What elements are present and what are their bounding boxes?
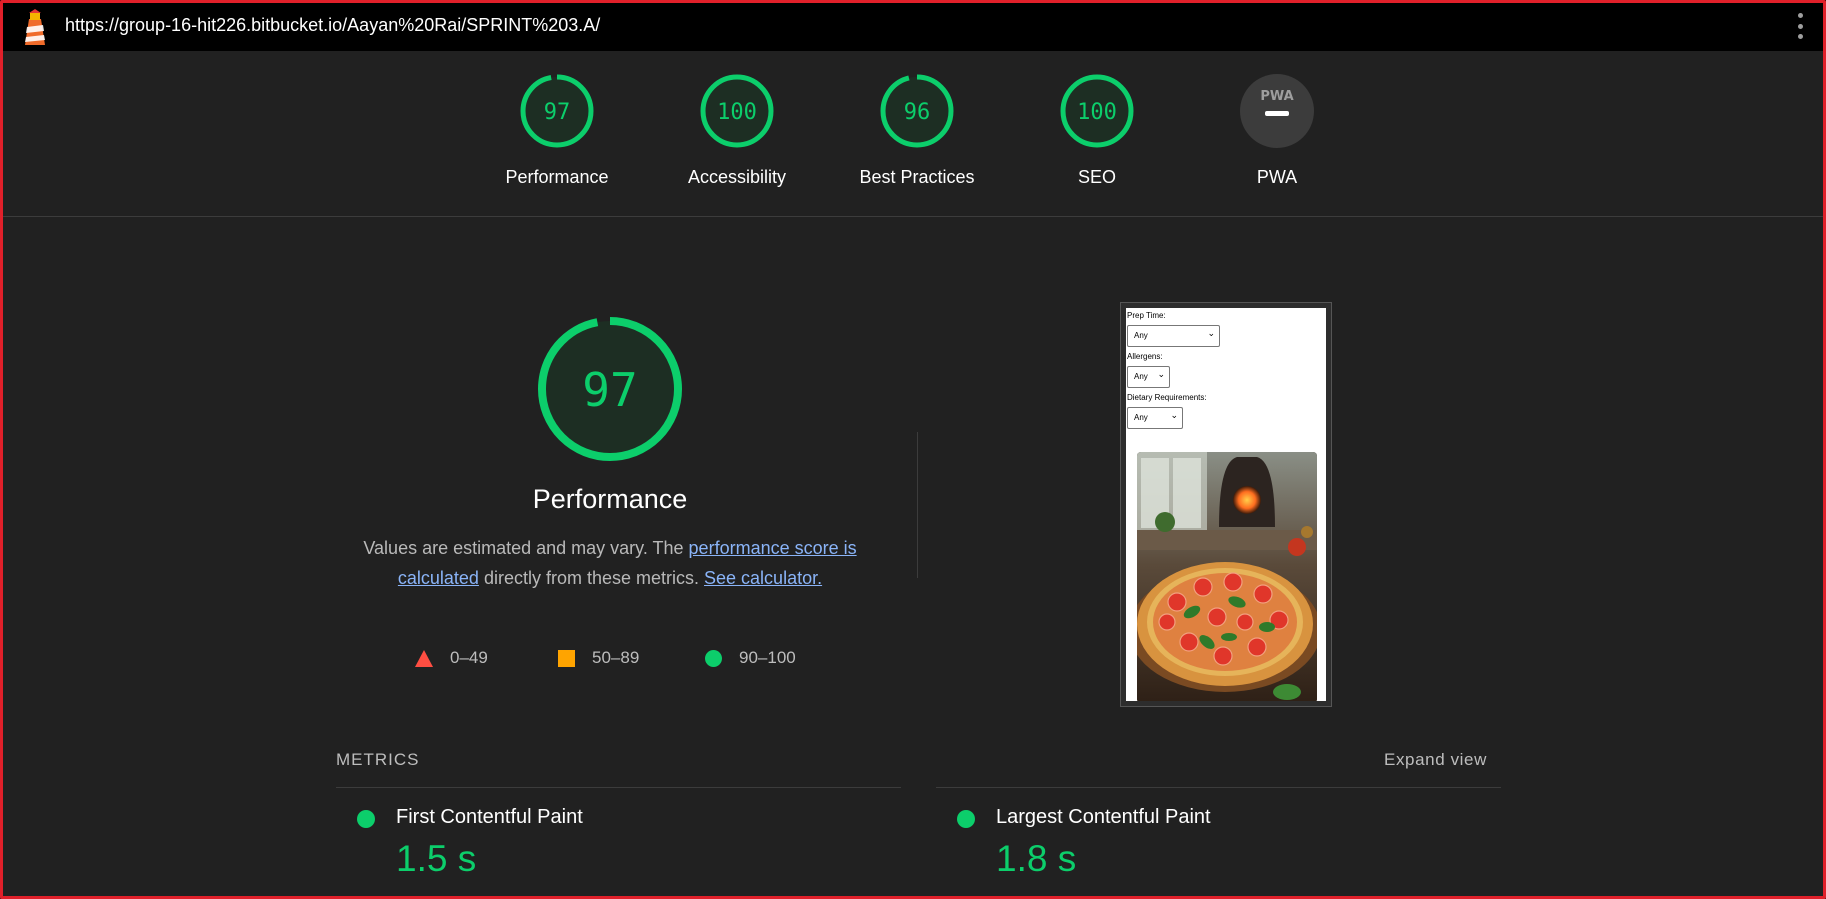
preview-select: Any	[1127, 323, 1220, 347]
gauge-best-practices[interactable]: 96 Best Practices	[827, 73, 1007, 188]
legend-range: 90–100	[739, 648, 796, 667]
pass-circle-icon	[957, 810, 975, 828]
page-screenshot-preview[interactable]: Prep Time: Any Allergens: Any Dietary Re…	[1121, 303, 1331, 706]
gauge-label: Accessibility	[687, 167, 787, 187]
gauge-label: PWA	[1256, 167, 1298, 187]
gauge-score: 97	[544, 100, 571, 125]
pizza-image	[1137, 452, 1317, 701]
metric-value: 1.5 s	[396, 838, 477, 879]
score-legend: 0–49 50–89 90–100	[415, 648, 835, 672]
triangle-icon	[415, 649, 433, 667]
legend-range: 50–89	[592, 648, 640, 667]
legend-range: 0–49	[450, 648, 488, 667]
metric-name: Largest Contentful Paint	[996, 806, 1211, 828]
gauge-performance[interactable]: 97 Performance	[467, 73, 647, 188]
legend-fail: 0–49	[415, 648, 488, 668]
gauge-accessibility[interactable]: 100 Accessibility	[647, 73, 827, 188]
pwa-badge-text: PWA	[1260, 89, 1293, 104]
pass-circle-icon	[357, 810, 375, 828]
metrics-divider	[336, 787, 901, 788]
pwa-icon: PWA	[1240, 74, 1314, 148]
gauge-label: Performance	[505, 167, 609, 187]
gauge-score: 96	[904, 100, 931, 125]
performance-summary: 97 Performance Values are estimated and …	[335, 317, 885, 593]
desc-text: directly from these metrics.	[478, 568, 705, 588]
accessibility-gauge-ring: 100	[700, 74, 774, 148]
gauge-score: 100	[1077, 100, 1117, 125]
expand-view-toggle[interactable]: Expand view	[1384, 750, 1487, 770]
kebab-menu-icon[interactable]	[1796, 13, 1804, 39]
metric-name: First Contentful Paint	[396, 806, 583, 828]
seo-gauge-ring: 100	[1060, 74, 1134, 148]
performance-description: Values are estimated and may vary. The p…	[355, 533, 865, 593]
section-divider	[917, 432, 918, 578]
performance-gauge-large: 97	[538, 317, 682, 461]
gauge-label: Best Practices	[859, 167, 975, 187]
preview-field-label: Allergens:	[1127, 352, 1163, 361]
metric-value: 1.8 s	[996, 838, 1077, 879]
preview-field-label: Prep Time:	[1127, 311, 1166, 320]
performance-gauge-ring: 97	[520, 74, 594, 148]
metrics-title: METRICS	[336, 750, 420, 769]
desc-text: Values are estimated and may vary. The	[363, 538, 689, 558]
preview-field-label: Dietary Requirements:	[1127, 393, 1207, 402]
legend-average: 50–89	[558, 648, 639, 668]
gauge-seo[interactable]: 100 SEO	[1007, 73, 1187, 188]
address-bar: https://group-16-hit226.bitbucket.io/Aay…	[0, 0, 1826, 51]
lighthouse-icon	[25, 9, 45, 45]
gauge-pwa[interactable]: PWA PWA	[1187, 73, 1367, 188]
square-icon	[558, 649, 575, 667]
gauge-score: 100	[717, 100, 757, 125]
circle-icon	[705, 649, 722, 667]
preview-select: Any	[1127, 364, 1170, 388]
metrics-divider	[936, 787, 1501, 788]
performance-title: Performance	[532, 484, 688, 514]
gauge-label: SEO	[1077, 167, 1116, 187]
see-calculator-link[interactable]: See calculator.	[704, 568, 822, 588]
metrics-header: METRICS Expand view	[336, 748, 1501, 788]
best-practices-gauge-ring: 96	[880, 74, 954, 148]
preview-select: Any	[1127, 405, 1183, 429]
category-gauges: 97 Performance 100 Accessibility 96 Best…	[0, 51, 1826, 217]
legend-pass: 90–100	[705, 648, 796, 668]
page-url[interactable]: https://group-16-hit226.bitbucket.io/Aay…	[65, 15, 600, 36]
performance-score: 97	[582, 363, 637, 417]
